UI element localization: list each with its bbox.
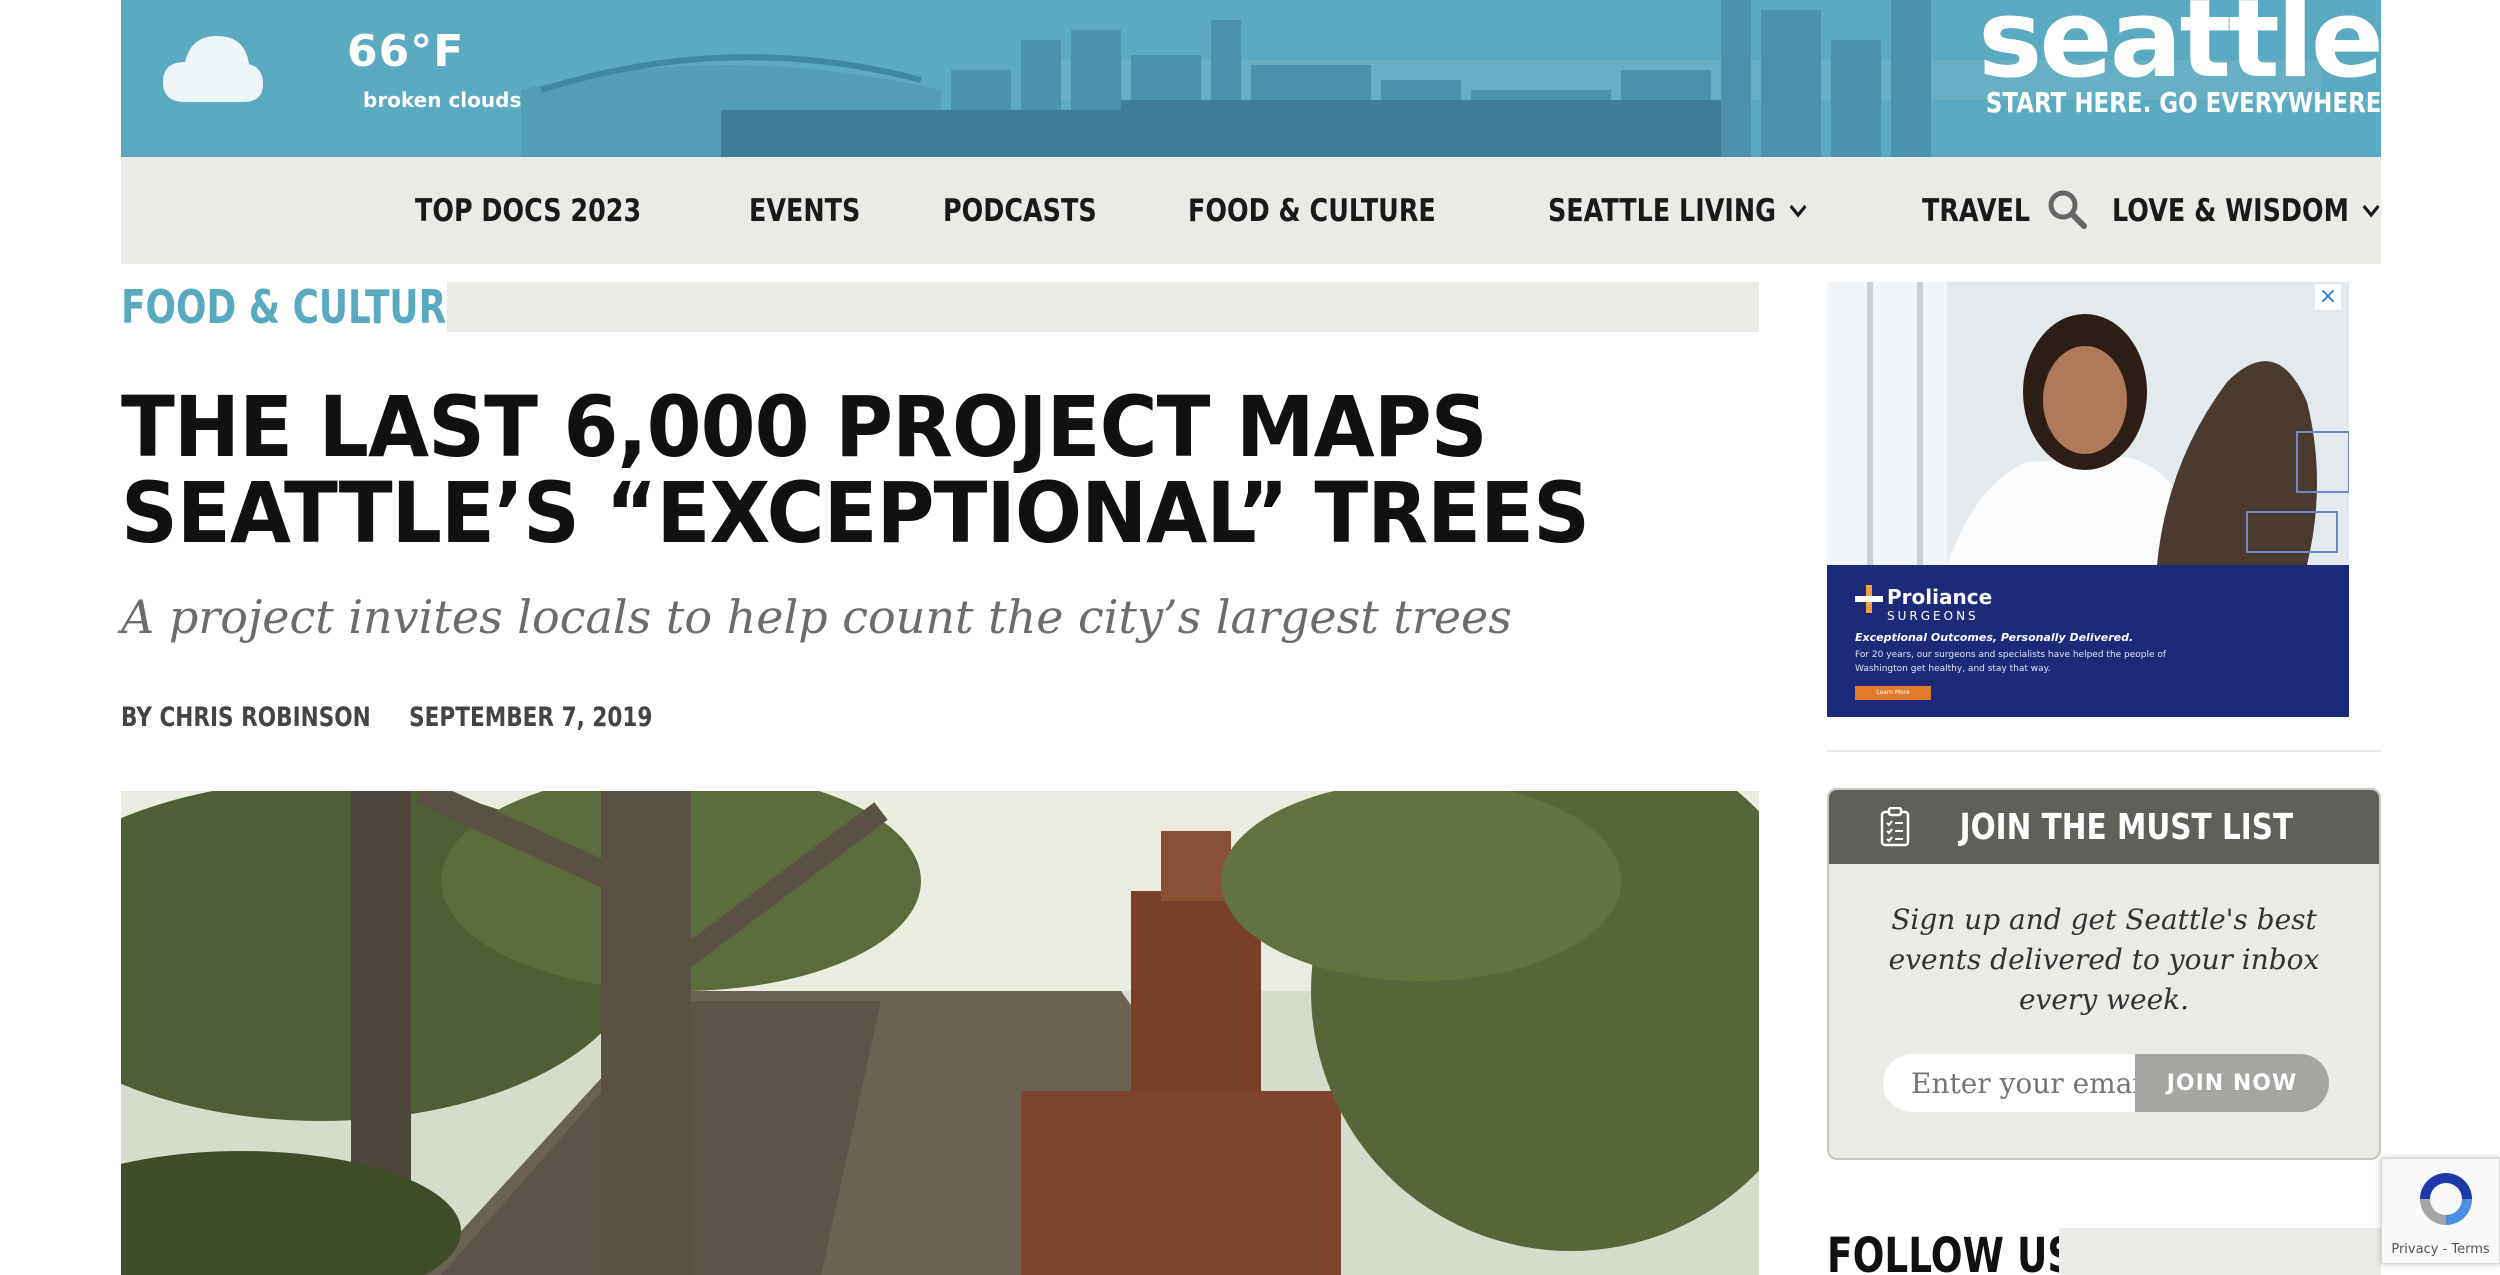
- ad-close-icon[interactable]: ×: [2315, 284, 2341, 310]
- publish-date: SEPTEMBER 7, 2019: [409, 702, 653, 733]
- nav-item-seattle-living[interactable]: SEATTLE LIVING: [1548, 193, 1807, 229]
- nav-item-label: SEATTLE LIVING: [1548, 192, 1777, 229]
- chevron-down-icon[interactable]: [1789, 204, 1807, 218]
- nav-item-label: TRAVEL: [1922, 192, 2031, 229]
- nav-item-label: FOOD & CULTURE: [1187, 192, 1436, 229]
- weather-condition: broken clouds: [363, 88, 522, 112]
- recaptcha-icon: [2420, 1173, 2472, 1225]
- join-now-button[interactable]: JOIN NOW: [2135, 1054, 2329, 1112]
- nav-item-podcasts[interactable]: PODCASTS: [943, 193, 1097, 229]
- recaptcha-links[interactable]: Privacy - Terms: [2382, 1242, 2499, 1257]
- follow-us-section: FOLLOW US: [1827, 1228, 2381, 1275]
- must-list-form: JOIN NOW: [1883, 1054, 2329, 1112]
- nav-item-label: PODCASTS: [942, 192, 1097, 229]
- cloud-icon: [163, 36, 263, 102]
- ad-headline: Exceptional Outcomes, Personally Deliver…: [1855, 631, 2134, 644]
- header-banner: 66°F broken clouds seattle START HERE. G…: [121, 0, 2381, 157]
- hero-image: [121, 791, 1759, 1275]
- must-list-description: Sign up and get Seattle's best events de…: [1888, 903, 2320, 1016]
- nav-item-label: TOP DOCS 2023: [415, 192, 642, 229]
- ad-brand: Proliance SURGEONS: [1887, 585, 1993, 623]
- must-list-title: JOIN THE MUST LIST: [1959, 806, 2293, 848]
- section-divider: [447, 282, 1759, 332]
- nav-item-label: LOVE & WISDOM: [2111, 192, 2349, 229]
- section-label: FOOD & CULTURE: [121, 280, 1759, 334]
- article-byline: BY CHRIS ROBINSON SEPTEMBER 7, 2019: [121, 702, 691, 733]
- ad-banner: Proliance SURGEONS Exceptional Outcomes,…: [1827, 565, 2349, 717]
- ad-body: For 20 years, our surgeons and specialis…: [1855, 650, 2167, 674]
- logo-tagline: START HERE. GO EVERYWHERE: [1985, 86, 2381, 119]
- author-link[interactable]: BY CHRIS ROBINSON: [121, 702, 371, 733]
- must-list-header: JOIN THE MUST LIST: [1829, 790, 2379, 864]
- article-dek: A project invites locals to help count t…: [121, 590, 1512, 644]
- follow-us-title: FOLLOW US: [1827, 1228, 2075, 1275]
- clipboard-icon: [1880, 807, 1909, 847]
- ad-learn-more-button[interactable]: Learn More: [1855, 686, 1931, 700]
- ad-image: [1827, 282, 2349, 565]
- section-link[interactable]: FOOD & CULTURE: [121, 280, 471, 334]
- nav-item-food-culture[interactable]: FOOD & CULTURE: [1188, 193, 1436, 229]
- nav-item-top-docs-2023[interactable]: TOP DOCS 2023: [415, 193, 641, 229]
- nav-item-label: EVENTS: [748, 192, 861, 229]
- weather-temperature: 66°F: [347, 26, 465, 77]
- sidebar-divider: [1827, 750, 2381, 752]
- chevron-down-icon[interactable]: [2362, 204, 2380, 218]
- proliance-logo-icon: [1855, 585, 1883, 613]
- recaptcha-badge[interactable]: Privacy - Terms: [2381, 1158, 2500, 1264]
- weather-widget: 66°F broken clouds: [161, 26, 541, 126]
- nav-item-events[interactable]: EVENTS: [749, 193, 860, 229]
- follow-us-divider: [2059, 1228, 2381, 1275]
- logo-wordmark: seattle: [1978, 0, 2381, 102]
- nav-item-love-wisdom[interactable]: LOVE & WISDOM: [2112, 193, 2380, 229]
- article-headline: THE LAST 6,000 PROJECT MAPS SEATTLE’S “E…: [121, 378, 1590, 562]
- advertisement[interactable]: Proliance SURGEONS Exceptional Outcomes,…: [1827, 282, 2349, 717]
- search-icon[interactable]: [2047, 189, 2087, 229]
- nav-item-travel[interactable]: TRAVEL: [1922, 193, 2030, 229]
- must-list-signup: JOIN THE MUST LIST Sign up and get Seatt…: [1827, 788, 2381, 1160]
- site-logo[interactable]: seattle START HERE. GO EVERYWHERE: [1899, 0, 2381, 119]
- email-field[interactable]: [1883, 1054, 2145, 1112]
- main-nav: TOP DOCS 2023 EVENTS PODCASTS FOOD & CULTUR…: [121, 157, 2381, 264]
